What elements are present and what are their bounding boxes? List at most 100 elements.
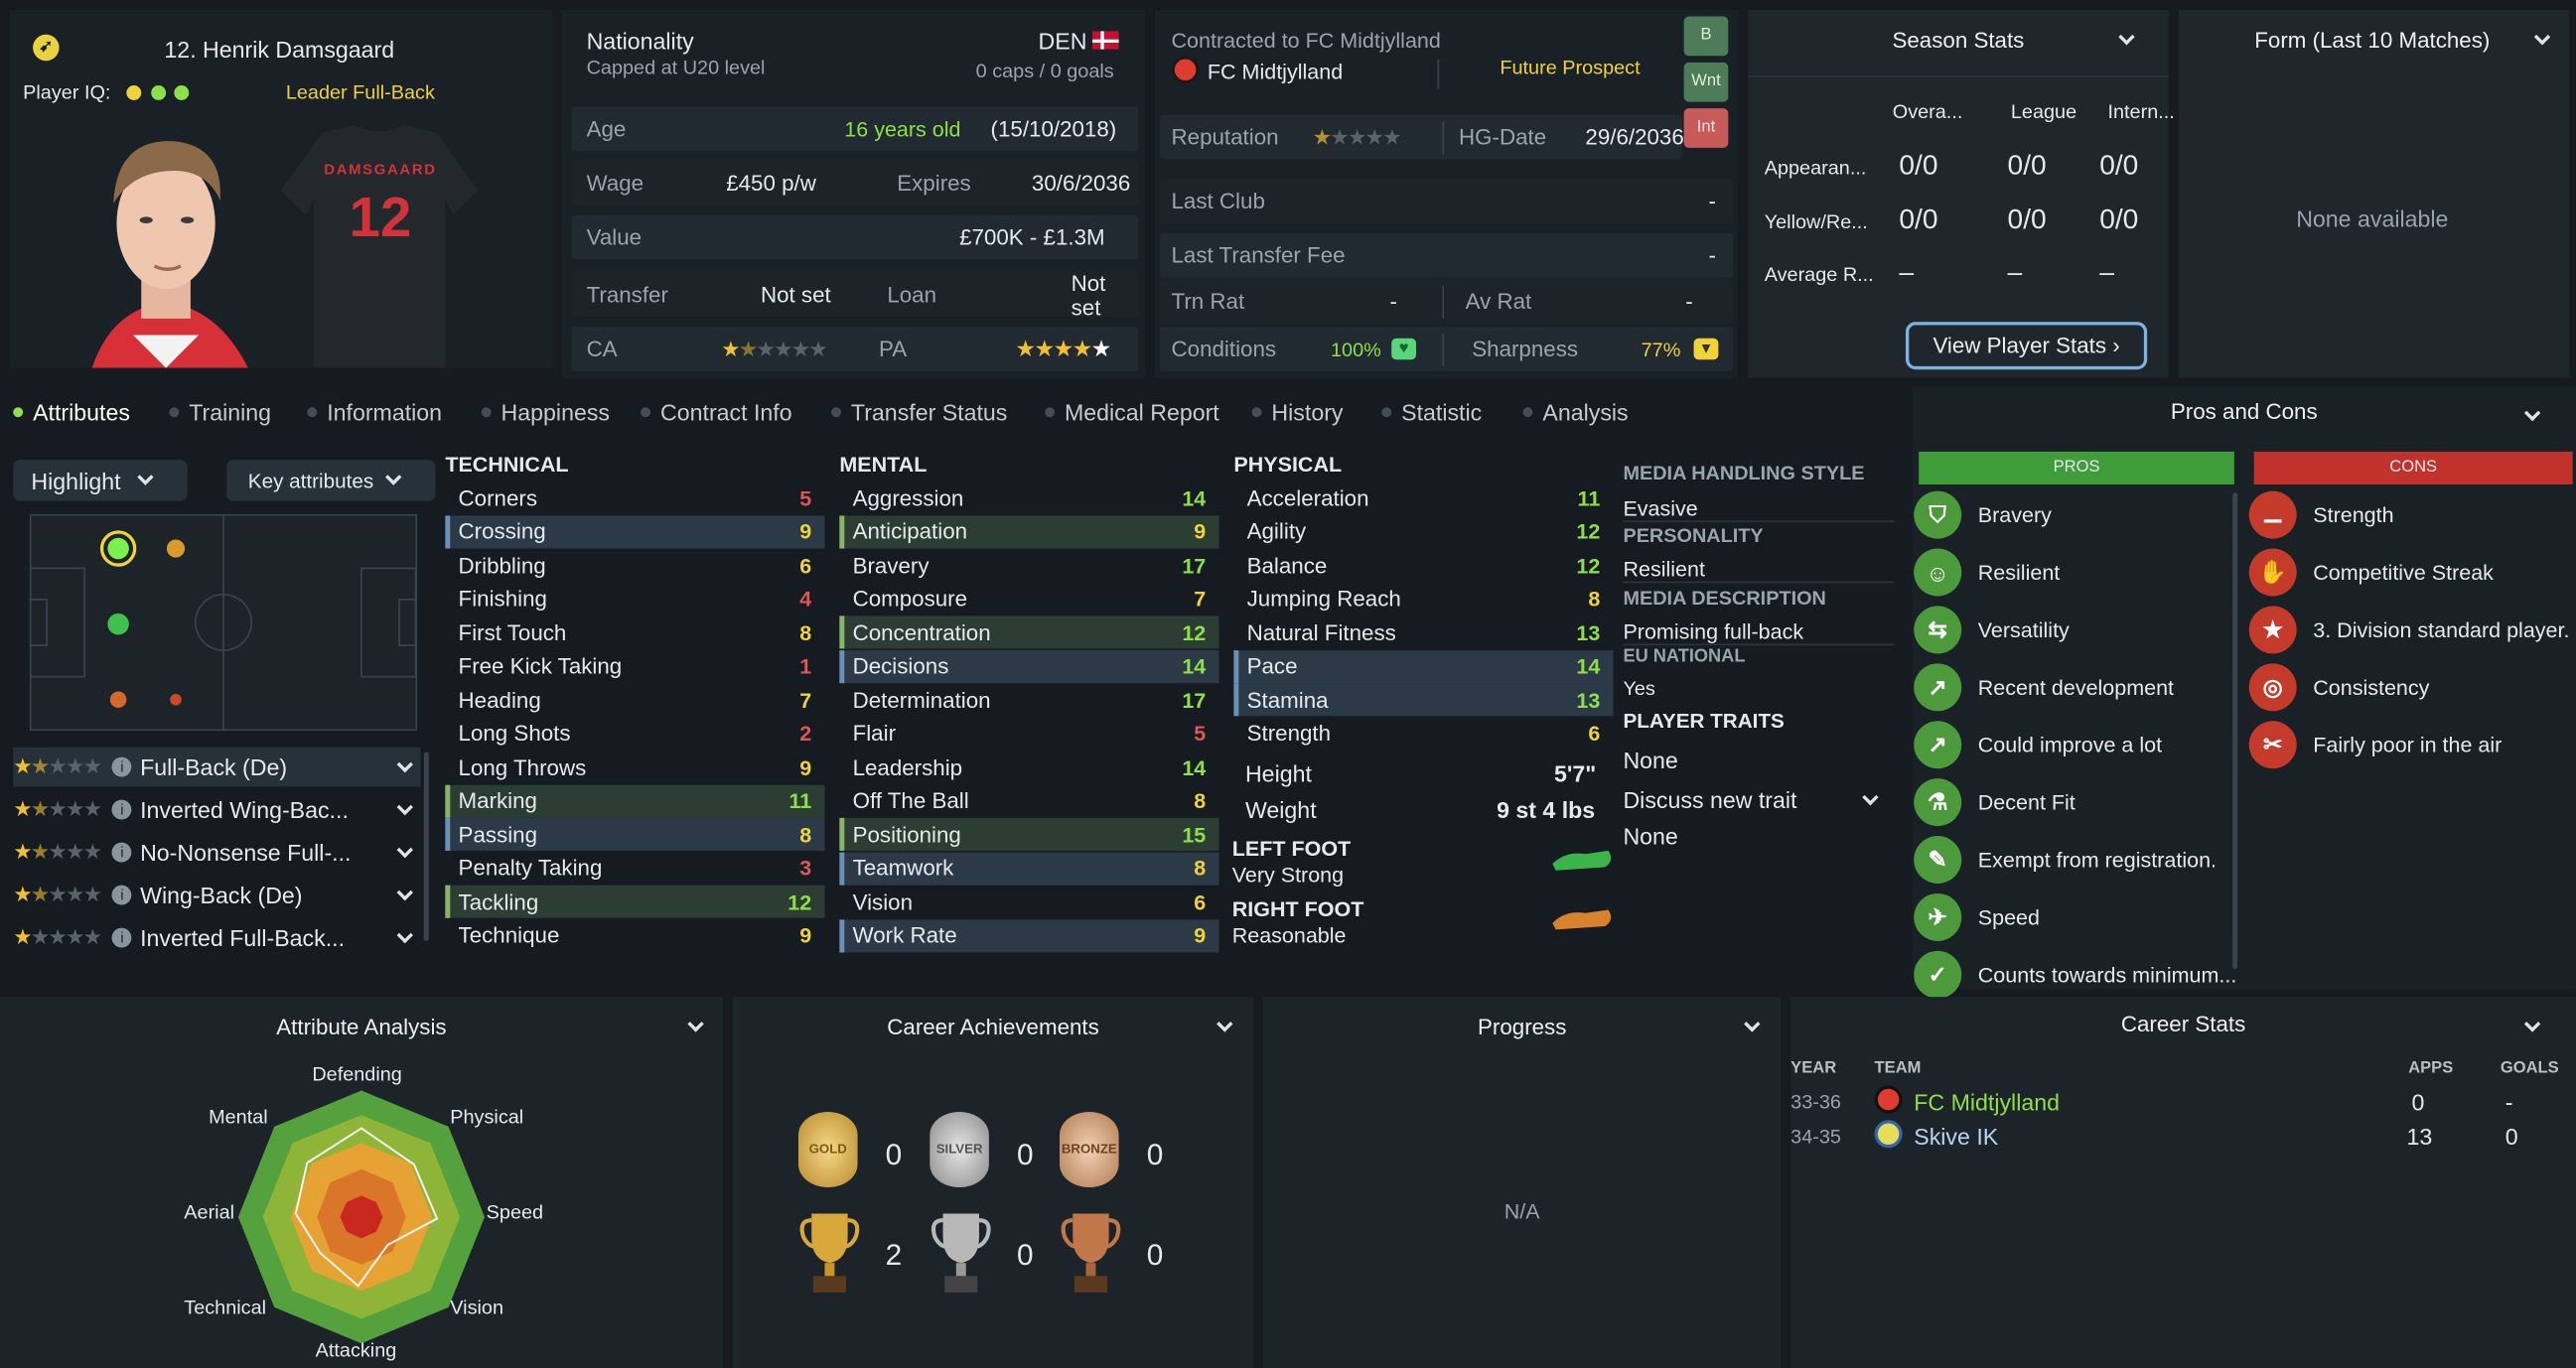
con-item[interactable]: ◎ Consistency	[2248, 663, 2430, 712]
attribute-row[interactable]: Passing 8	[445, 817, 825, 851]
chevron-down-icon[interactable]	[396, 926, 413, 943]
attribute-row[interactable]: Off The Ball 8	[839, 784, 1218, 817]
attribute-value: 11	[788, 788, 812, 813]
role-row-no-nonsense-full-back[interactable]: ★★★★★ i No-Nonsense Full-...	[13, 833, 420, 873]
roles-scrollbar[interactable]	[423, 752, 429, 941]
attribute-row[interactable]: Tackling 12	[445, 885, 825, 918]
tab-medical-report[interactable]: Medical Report	[1045, 399, 1219, 425]
pros-scrollbar[interactable]	[2232, 492, 2238, 970]
attribute-row[interactable]: Marking 11	[445, 783, 825, 818]
attribute-row[interactable]: Long Throws 9	[445, 751, 824, 783]
chevron-down-icon[interactable]	[396, 884, 413, 900]
attribute-row[interactable]: Balance 12	[1233, 549, 1613, 582]
attribute-row[interactable]: Jumping Reach 8	[1233, 582, 1613, 615]
role-row-inverted-full-back[interactable]: ★★★★★ i Inverted Full-Back...	[13, 918, 420, 958]
info-icon[interactable]: i	[111, 927, 132, 948]
discuss-trait-dropdown[interactable]: Discuss new trait	[1623, 786, 1889, 813]
pro-item[interactable]: ⛉ Bravery	[1914, 490, 2052, 539]
info-icon[interactable]: i	[111, 756, 132, 777]
attribute-row[interactable]: Strength 6	[1233, 717, 1613, 750]
divider	[1437, 59, 1440, 89]
tab-statistic[interactable]: Statistic	[1381, 399, 1482, 425]
attribute-row[interactable]: Acceleration 11	[1233, 481, 1613, 514]
attribute-row[interactable]: Stamina 13	[1233, 683, 1614, 717]
tab-transfer-status[interactable]: Transfer Status	[831, 399, 1007, 425]
highlight-dropdown[interactable]: Highlight	[13, 460, 188, 501]
bronze-medal-count: 0	[1146, 1138, 1164, 1171]
tab-history[interactable]: History	[1251, 399, 1343, 425]
attribute-row[interactable]: Agility 12	[1233, 515, 1613, 548]
attribute-row[interactable]: Determination 17	[839, 683, 1218, 716]
attribute-row[interactable]: Natural Fitness 13	[1233, 616, 1613, 648]
form-title: Form (Last 10 Matches)	[2254, 28, 2491, 53]
attribute-row[interactable]: Aggression 14	[839, 481, 1218, 514]
role-row-wing-back[interactable]: ★★★★★ i Wing-Back (De)	[13, 876, 420, 915]
attribute-row[interactable]: Technique 9	[445, 919, 824, 952]
attribute-row[interactable]: Penalty Taking 3	[445, 852, 824, 885]
attribute-row[interactable]: Teamwork 8	[839, 851, 1219, 885]
attribute-row[interactable]: Corners 5	[445, 481, 824, 514]
con-item[interactable]: ★ 3. Division standard player.	[2248, 606, 2569, 654]
attribute-name: Off The Ball	[852, 788, 969, 813]
attribute-row[interactable]: Heading 7	[445, 683, 824, 716]
attribute-row[interactable]: Free Kick Taking 1	[445, 649, 824, 682]
info-icon[interactable]: i	[111, 799, 132, 820]
attribute-row[interactable]: Anticipation 9	[839, 514, 1219, 548]
career-year: 33-36	[1790, 1090, 1841, 1114]
silver-medal-text: SILVER	[935, 1141, 983, 1157]
condition-label: Conditions	[1171, 337, 1277, 361]
pro-item[interactable]: ✎ Exempt from registration.	[1914, 836, 2217, 885]
attribute-row[interactable]: Bravery 17	[839, 549, 1218, 582]
con-item[interactable]: ✋ Competitive Streak	[2248, 548, 2494, 597]
squad-b-button[interactable]: B	[1683, 16, 1729, 57]
career-team[interactable]: Skive IK	[1914, 1124, 1998, 1150]
tab-contract-info[interactable]: Contract Info	[641, 399, 792, 425]
squad-int-button[interactable]: Int	[1683, 108, 1729, 148]
con-label: Competitive Streak	[2313, 560, 2494, 585]
attribute-row[interactable]: First Touch 8	[445, 616, 824, 648]
attribute-row[interactable]: Vision 6	[839, 886, 1218, 918]
attribute-row[interactable]: Crossing 9	[445, 514, 825, 548]
pro-item[interactable]: ✈ Speed	[1914, 892, 2040, 941]
attribute-row[interactable]: Composure 7	[839, 582, 1218, 615]
career-team[interactable]: FC Midtjylland	[1914, 1089, 2060, 1115]
attribute-row[interactable]: Decisions 14	[839, 649, 1219, 683]
chevron-down-icon[interactable]	[396, 755, 413, 772]
pro-item[interactable]: ⚗ Decent Fit	[1914, 778, 2075, 827]
chevron-down-icon[interactable]	[396, 798, 413, 815]
tab-training[interactable]: Training	[169, 399, 271, 425]
con-label: Consistency	[2313, 674, 2430, 700]
pro-item[interactable]: ✓ Counts towards minimum...	[1914, 950, 2236, 999]
club-name[interactable]: FC Midtjylland	[1208, 60, 1343, 84]
attribute-row[interactable]: Flair 5	[839, 717, 1218, 750]
attribute-row[interactable]: Dribbling 6	[445, 549, 824, 582]
tab-happiness[interactable]: Happiness	[481, 399, 610, 425]
attribute-row[interactable]: Concentration 12	[839, 616, 1219, 649]
role-row-full-back[interactable]: ★★★★★ i Full-Back (De)	[13, 747, 421, 787]
attribute-row[interactable]: Positioning 15	[839, 817, 1219, 851]
squad-wnt-button[interactable]: Wnt	[1683, 62, 1729, 102]
pro-item[interactable]: ☺ Resilient	[1914, 548, 2060, 597]
tab-analysis[interactable]: Analysis	[1522, 399, 1629, 425]
key-attributes-dropdown[interactable]: Key attributes	[226, 460, 436, 501]
attribute-row[interactable]: Finishing 4	[445, 582, 824, 615]
con-item[interactable]: ⚊ Strength	[2248, 490, 2394, 539]
con-icon: ✋	[2248, 548, 2297, 597]
attribute-row[interactable]: Leadership 14	[839, 751, 1218, 783]
pro-label: Speed	[1977, 904, 2040, 930]
attribute-row[interactable]: Work Rate 9	[839, 918, 1219, 952]
tab-attributes[interactable]: Attributes	[13, 399, 130, 425]
view-player-stats-button[interactable]: View Player Stats ›	[1905, 322, 2148, 370]
role-row-inverted-wing-back[interactable]: ★★★★★ i Inverted Wing-Bac...	[13, 790, 420, 830]
chevron-down-icon[interactable]	[396, 841, 413, 858]
info-icon[interactable]: i	[111, 842, 132, 863]
info-icon[interactable]: i	[111, 885, 132, 905]
pro-item[interactable]: ↗ Could improve a lot	[1914, 721, 2162, 769]
pro-item[interactable]: ↗ Recent development	[1914, 663, 2174, 712]
attribute-row[interactable]: Pace 14	[1233, 649, 1614, 683]
attribute-name: Finishing	[458, 586, 547, 612]
con-item[interactable]: ✂ Fairly poor in the air	[2248, 721, 2502, 769]
tab-information[interactable]: Information	[307, 399, 442, 425]
pro-item[interactable]: ⇆ Versatility	[1914, 606, 2070, 654]
attribute-row[interactable]: Long Shots 2	[445, 717, 824, 750]
